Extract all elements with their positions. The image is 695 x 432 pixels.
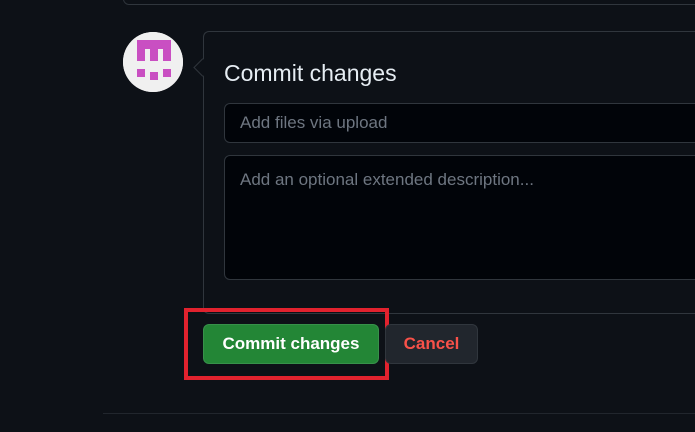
identicon-avatar-icon bbox=[123, 32, 183, 92]
user-avatar[interactable] bbox=[123, 32, 183, 92]
divider bbox=[103, 413, 695, 414]
upload-panel-edge bbox=[123, 0, 695, 5]
commit-changes-button[interactable]: Commit changes bbox=[203, 324, 379, 364]
commit-description-textarea[interactable] bbox=[224, 155, 695, 280]
commit-summary-input[interactable] bbox=[224, 103, 695, 143]
commit-title: Commit changes bbox=[224, 60, 397, 86]
commit-changes-page: Commit changes Commit changes Cancel bbox=[0, 0, 695, 432]
cancel-button[interactable]: Cancel bbox=[385, 324, 478, 364]
